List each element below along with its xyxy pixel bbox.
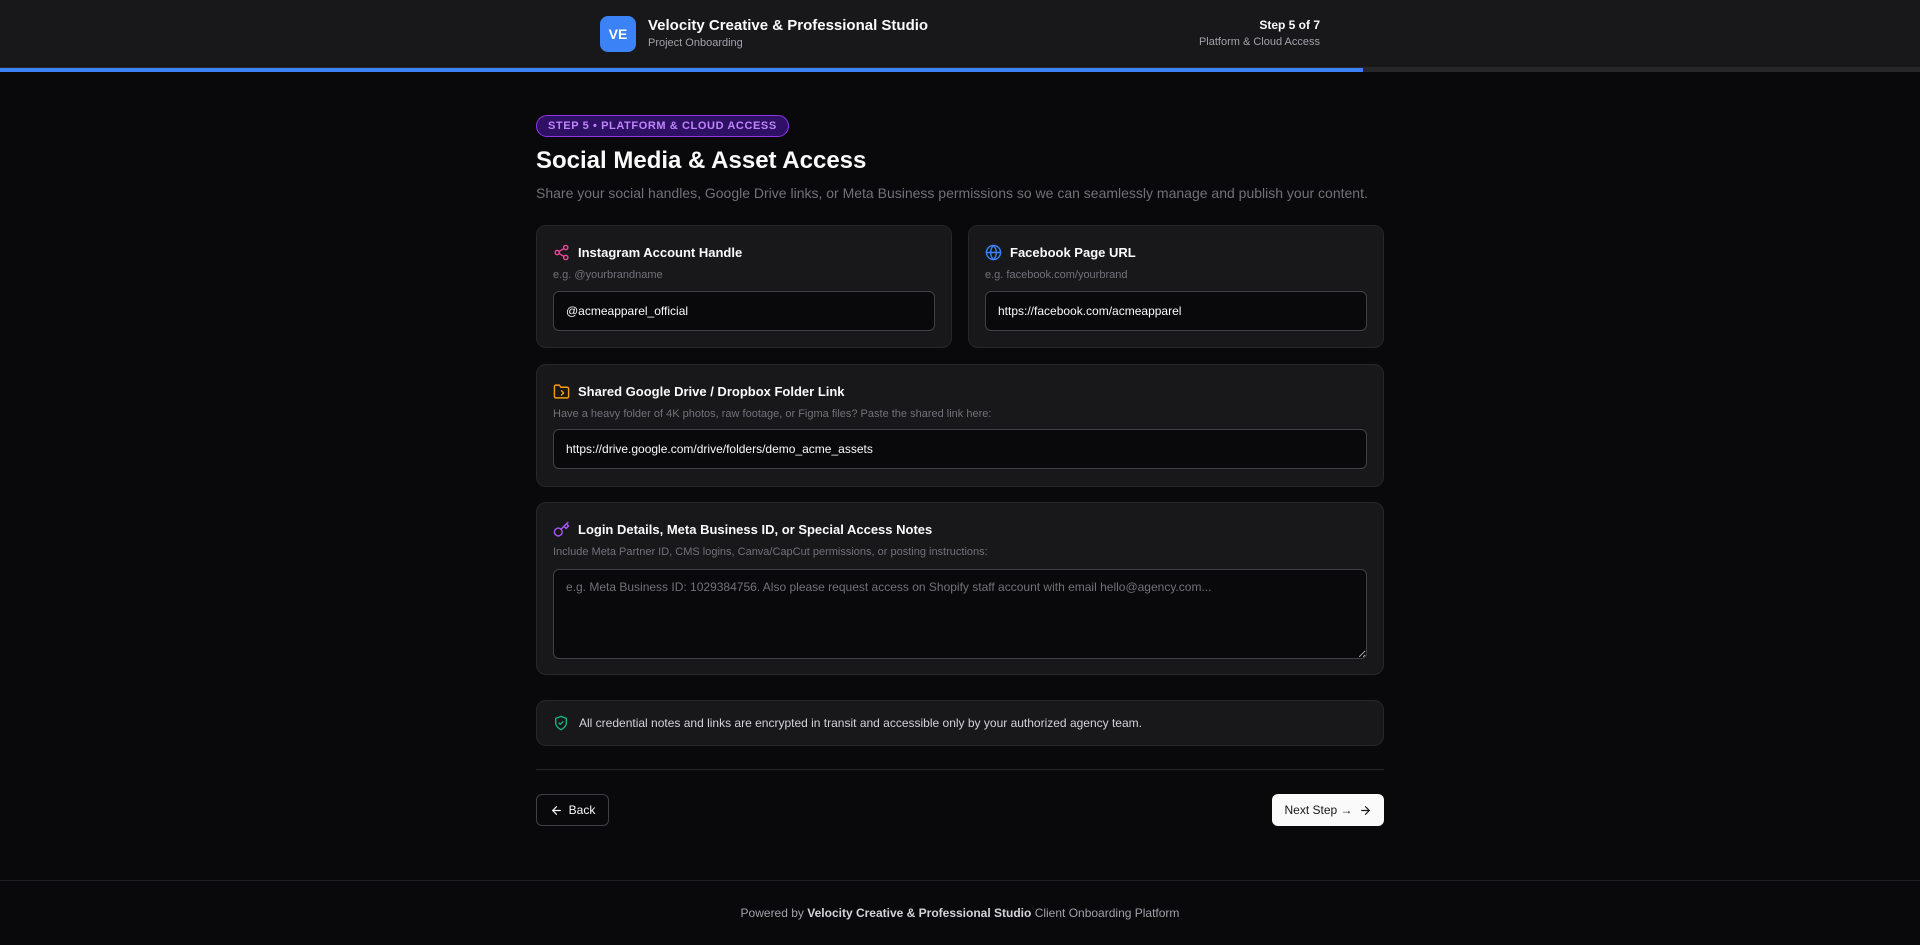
instagram-card: Instagram Account Handle e.g. @yourbrand… bbox=[536, 225, 952, 348]
instagram-handle-input[interactable] bbox=[553, 291, 935, 331]
drive-label: Shared Google Drive / Dropbox Folder Lin… bbox=[553, 383, 845, 400]
step-name: Platform & Cloud Access bbox=[1198, 36, 1320, 48]
footer-suffix: Client Onboarding Platform bbox=[1034, 906, 1180, 920]
shield-check-icon bbox=[553, 715, 569, 731]
back-button-label: Back bbox=[568, 803, 596, 817]
next-step-button-label: Next Step → bbox=[1284, 803, 1353, 817]
header-inner: VE Velocity Creative & Professional Stud… bbox=[600, 16, 1320, 52]
brand-subtitle: Project Onboarding bbox=[648, 37, 743, 49]
step-pill: STEP 5 • PLATFORM & CLOUD ACCESS bbox=[536, 115, 789, 137]
brand-logo: VE bbox=[600, 16, 636, 52]
encryption-notice: All credential notes and links are encry… bbox=[536, 700, 1384, 746]
notes-help: Include Meta Partner ID, CMS logins, Can… bbox=[553, 546, 988, 558]
arrow-right-icon bbox=[1359, 804, 1372, 817]
instagram-label: Instagram Account Handle bbox=[553, 244, 742, 261]
page-subtitle: Share your social handles, Google Drive … bbox=[536, 185, 1368, 201]
arrow-left-icon bbox=[550, 804, 563, 817]
instagram-help: e.g. @yourbrandname bbox=[553, 269, 663, 281]
share-icon bbox=[553, 244, 570, 261]
footer-brand: Velocity Creative & Professional Studio bbox=[807, 906, 1032, 920]
encryption-notice-text: All credential notes and links are encry… bbox=[579, 716, 1142, 730]
facebook-help: e.g. facebook.com/yourbrand bbox=[985, 269, 1128, 281]
instagram-label-text: Instagram Account Handle bbox=[578, 245, 743, 260]
drive-card: Shared Google Drive / Dropbox Folder Lin… bbox=[536, 364, 1384, 487]
page-title: Social Media & Asset Access bbox=[536, 147, 867, 174]
facebook-card: Facebook Page URL e.g. facebook.com/your… bbox=[968, 225, 1384, 348]
globe-icon bbox=[985, 244, 1002, 261]
notes-card: Login Details, Meta Business ID, or Spec… bbox=[536, 502, 1384, 675]
app-header: VE Velocity Creative & Professional Stud… bbox=[0, 0, 1920, 68]
next-step-button[interactable]: Next Step → bbox=[1272, 794, 1384, 826]
drive-link-input[interactable] bbox=[553, 429, 1367, 469]
folder-icon bbox=[553, 383, 570, 400]
main-content: STEP 5 • PLATFORM & CLOUD ACCESS Social … bbox=[536, 115, 1384, 826]
facebook-label: Facebook Page URL bbox=[985, 244, 1136, 261]
facebook-label-text: Facebook Page URL bbox=[1010, 245, 1136, 260]
back-button[interactable]: Back bbox=[536, 794, 609, 826]
notes-label: Login Details, Meta Business ID, or Spec… bbox=[553, 521, 932, 538]
divider bbox=[536, 769, 1384, 770]
key-icon bbox=[553, 521, 570, 538]
step-count: Step 5 of 7 bbox=[1259, 18, 1320, 32]
drive-label-text: Shared Google Drive / Dropbox Folder Lin… bbox=[578, 384, 845, 399]
drive-help: Have a heavy folder of 4K photos, raw fo… bbox=[553, 408, 992, 420]
progress-bar bbox=[0, 68, 1920, 72]
footer-prefix: Powered by bbox=[740, 906, 804, 920]
progress-fill bbox=[0, 68, 1364, 72]
notes-label-text: Login Details, Meta Business ID, or Spec… bbox=[578, 522, 933, 537]
page-footer: Powered by Velocity Creative & Professio… bbox=[0, 880, 1920, 945]
facebook-url-input[interactable] bbox=[985, 291, 1367, 331]
brand-name: Velocity Creative & Professional Studio bbox=[648, 17, 929, 34]
access-notes-textarea[interactable] bbox=[553, 569, 1367, 659]
